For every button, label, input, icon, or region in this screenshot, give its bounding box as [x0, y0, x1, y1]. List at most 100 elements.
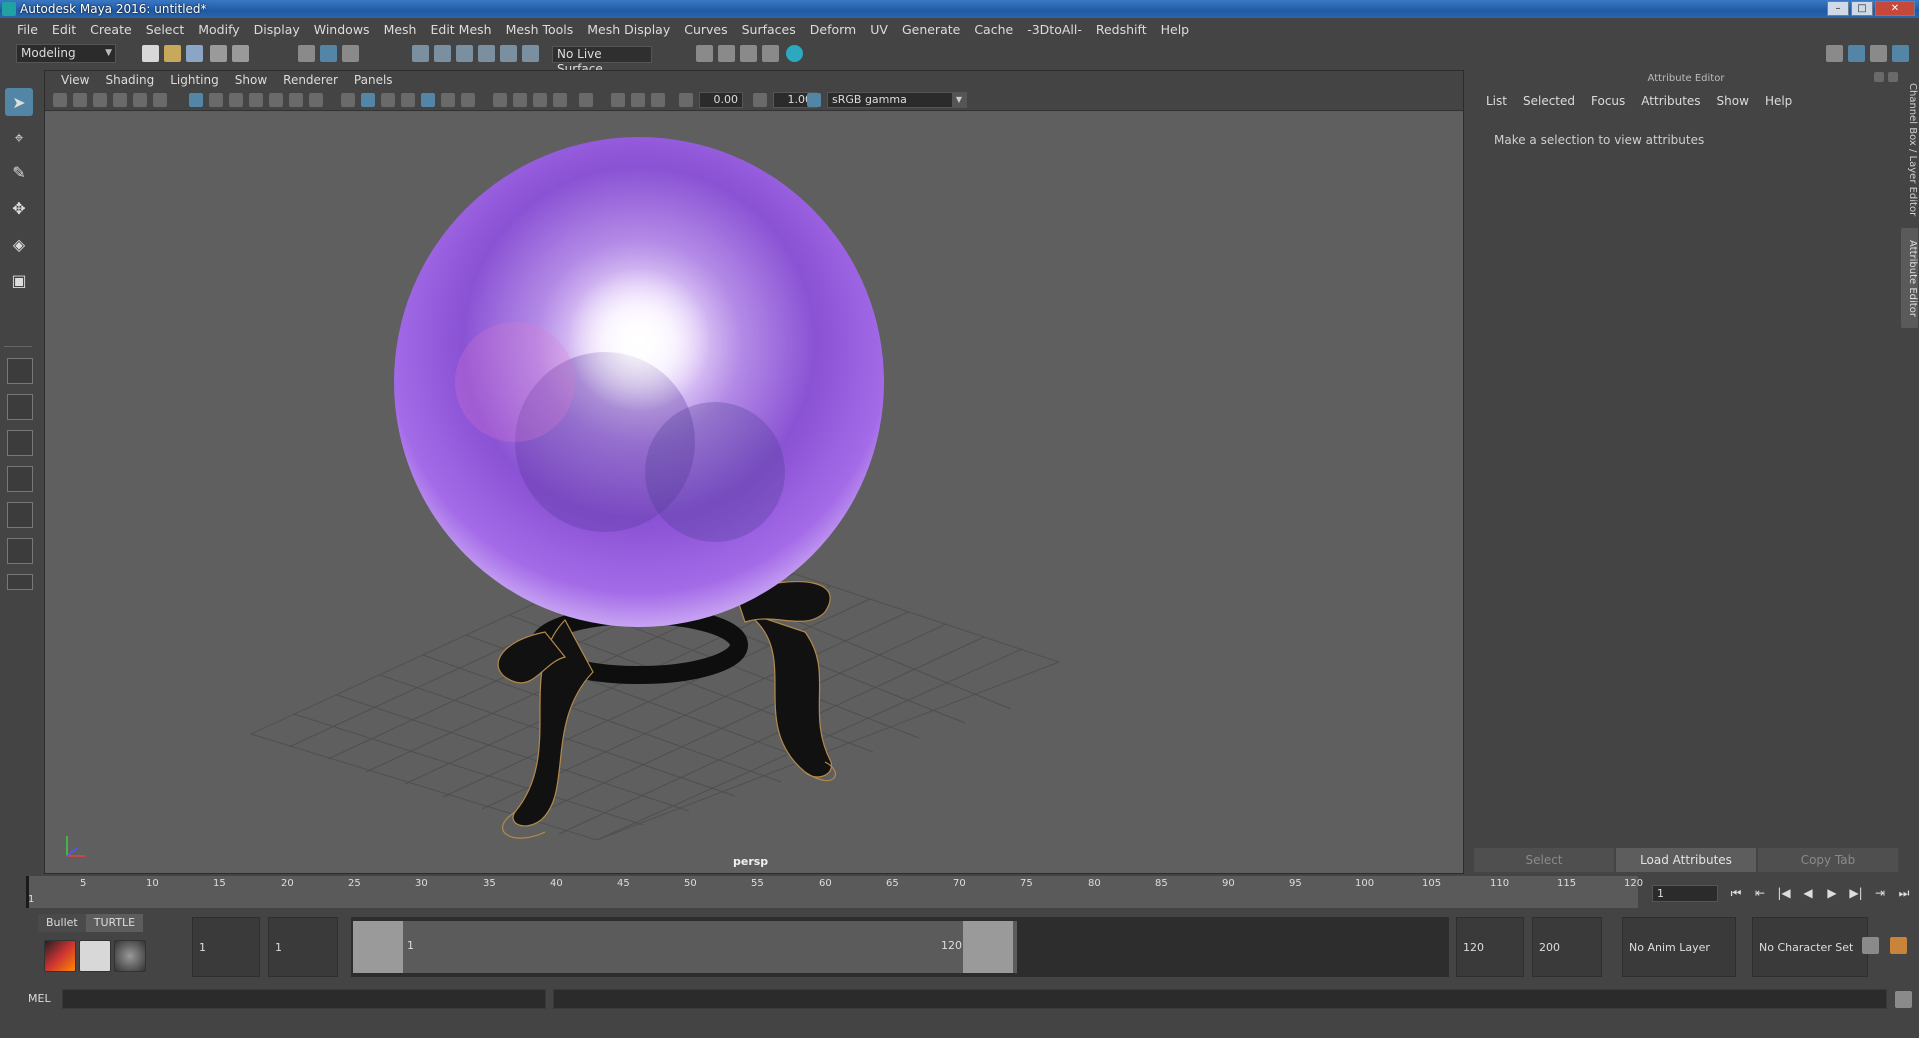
- playback-start-field[interactable]: 1: [268, 917, 338, 977]
- ae-menu-list[interactable]: List: [1478, 92, 1515, 110]
- persp-graph-layout-icon[interactable]: [7, 466, 33, 492]
- multisample-aa-icon[interactable]: [533, 93, 547, 107]
- menu-file[interactable]: File: [10, 22, 45, 37]
- select-by-object-icon[interactable]: [320, 45, 337, 62]
- attribute-editor-toggle-icon[interactable]: [1848, 45, 1865, 62]
- material-sphere-icon[interactable]: [114, 940, 146, 972]
- depth-of-field-icon[interactable]: [553, 93, 567, 107]
- persp-hypershade-layout-icon[interactable]: [7, 538, 33, 564]
- range-slider[interactable]: 1 120: [351, 917, 1449, 977]
- motion-blur-icon[interactable]: [513, 93, 527, 107]
- load-attributes-button[interactable]: Load Attributes: [1616, 848, 1756, 872]
- menu-mesh[interactable]: Mesh: [377, 22, 424, 37]
- channel-box-toggle-icon[interactable]: [1892, 45, 1909, 62]
- menu-cache[interactable]: Cache: [967, 22, 1020, 37]
- close-panel-icon[interactable]: [1888, 72, 1898, 82]
- start-time-field[interactable]: 1: [192, 917, 260, 977]
- close-button[interactable]: ✕: [1875, 1, 1915, 16]
- menu-mesh-display[interactable]: Mesh Display: [580, 22, 677, 37]
- maximize-button[interactable]: □: [1851, 1, 1873, 16]
- menu-help[interactable]: Help: [1154, 22, 1197, 37]
- ae-select-button[interactable]: Select: [1474, 848, 1614, 872]
- float-panel-icon[interactable]: [1874, 72, 1884, 82]
- new-scene-icon[interactable]: [142, 45, 159, 62]
- redo-icon[interactable]: [232, 45, 249, 62]
- open-scene-icon[interactable]: [164, 45, 181, 62]
- menu-curves[interactable]: Curves: [677, 22, 734, 37]
- camera-select-icon[interactable]: [53, 93, 67, 107]
- default-material-icon[interactable]: [381, 93, 395, 107]
- menu-redshift[interactable]: Redshift: [1089, 22, 1154, 37]
- anim-layer-select[interactable]: No Anim Layer: [1622, 917, 1736, 977]
- shelf-tab-turtle[interactable]: TURTLE: [85, 914, 144, 932]
- four-view-layout-icon[interactable]: [7, 394, 33, 420]
- select-tool-icon[interactable]: ➤: [5, 88, 33, 116]
- render-current-frame-icon[interactable]: [718, 45, 735, 62]
- use-all-lights-icon[interactable]: [441, 93, 455, 107]
- lasso-tool-icon[interactable]: ⌖: [5, 124, 33, 152]
- menu-display[interactable]: Display: [247, 22, 307, 37]
- menu-3dtoall[interactable]: -3DtoAll-: [1020, 22, 1089, 37]
- animation-preferences-icon[interactable]: [1890, 937, 1907, 954]
- gate-mask-icon[interactable]: [249, 93, 263, 107]
- step-back-frame-icon[interactable]: |◀: [1776, 884, 1792, 902]
- hypershade-icon[interactable]: [786, 45, 803, 62]
- tool-settings-icon[interactable]: [1870, 45, 1887, 62]
- ipr-render-icon[interactable]: [740, 45, 757, 62]
- snap-grid-icon[interactable]: [412, 45, 429, 62]
- render-view-icon[interactable]: [696, 45, 713, 62]
- move-tool-icon[interactable]: ✥: [5, 194, 33, 222]
- viewport-menu-renderer[interactable]: Renderer: [275, 73, 346, 87]
- render-settings-icon[interactable]: [762, 45, 779, 62]
- outliner-persp-layout-icon[interactable]: [7, 502, 33, 528]
- viewport-menu-panels[interactable]: Panels: [346, 73, 401, 87]
- menu-edit[interactable]: Edit: [45, 22, 83, 37]
- two-d-pan-zoom-icon[interactable]: [133, 93, 147, 107]
- rotate-tool-icon[interactable]: ◈: [5, 230, 33, 258]
- save-scene-icon[interactable]: [186, 45, 203, 62]
- xray-joints-icon[interactable]: [651, 93, 665, 107]
- menu-edit-mesh[interactable]: Edit Mesh: [423, 22, 498, 37]
- playback-end-field[interactable]: 120: [1456, 917, 1524, 977]
- textured-icon[interactable]: [421, 93, 435, 107]
- snap-view-plane-icon[interactable]: [500, 45, 517, 62]
- menu-deform[interactable]: Deform: [803, 22, 863, 37]
- image-plane-icon[interactable]: [113, 93, 127, 107]
- live-surface-field[interactable]: No Live Surface: [552, 46, 652, 76]
- menu-windows[interactable]: Windows: [307, 22, 377, 37]
- time-slider[interactable]: 1 5 10 15 20 25 30 35 40 45 50 55 60 65 …: [26, 876, 1643, 908]
- color-management-icon[interactable]: [807, 93, 821, 107]
- character-set-select[interactable]: No Character Set: [1752, 917, 1868, 977]
- select-by-hierarchy-icon[interactable]: [298, 45, 315, 62]
- copy-tab-button[interactable]: Copy Tab: [1758, 848, 1898, 872]
- single-perspective-layout-icon[interactable]: [7, 358, 33, 384]
- menu-generate[interactable]: Generate: [895, 22, 967, 37]
- menu-modify[interactable]: Modify: [191, 22, 246, 37]
- go-to-start-icon[interactable]: ⏮: [1728, 884, 1744, 902]
- play-forwards-icon[interactable]: ▶: [1824, 884, 1840, 902]
- minimize-button[interactable]: –: [1827, 1, 1849, 16]
- range-start-handle[interactable]: [353, 921, 403, 973]
- modeling-toolkit-icon[interactable]: [1826, 45, 1843, 62]
- wireframe-on-shaded-icon[interactable]: [401, 93, 415, 107]
- snap-projected-center-icon[interactable]: [478, 45, 495, 62]
- custom-layout-icon[interactable]: [7, 574, 33, 590]
- field-chart-icon[interactable]: [269, 93, 283, 107]
- safe-title-icon[interactable]: [309, 93, 323, 107]
- exposure-field[interactable]: 0.00: [699, 92, 743, 108]
- auto-keyframe-icon[interactable]: [1862, 937, 1879, 954]
- menu-uv[interactable]: UV: [863, 22, 895, 37]
- play-backwards-icon[interactable]: ◀: [1800, 884, 1816, 902]
- ae-menu-help[interactable]: Help: [1757, 92, 1800, 110]
- snap-point-icon[interactable]: [456, 45, 473, 62]
- paint-select-tool-icon[interactable]: ✎: [5, 158, 33, 186]
- shelf-tab-bullet[interactable]: Bullet: [38, 914, 86, 932]
- grid-toggle-icon[interactable]: [189, 93, 203, 107]
- safe-action-icon[interactable]: [289, 93, 303, 107]
- script-editor-icon[interactable]: [1895, 991, 1912, 1008]
- screen-space-ao-icon[interactable]: [493, 93, 507, 107]
- view-transform-select[interactable]: sRGB gamma ▼: [827, 92, 967, 108]
- isolate-select-icon[interactable]: [579, 93, 593, 107]
- end-time-field[interactable]: 200: [1532, 917, 1602, 977]
- ae-menu-attributes[interactable]: Attributes: [1633, 92, 1708, 110]
